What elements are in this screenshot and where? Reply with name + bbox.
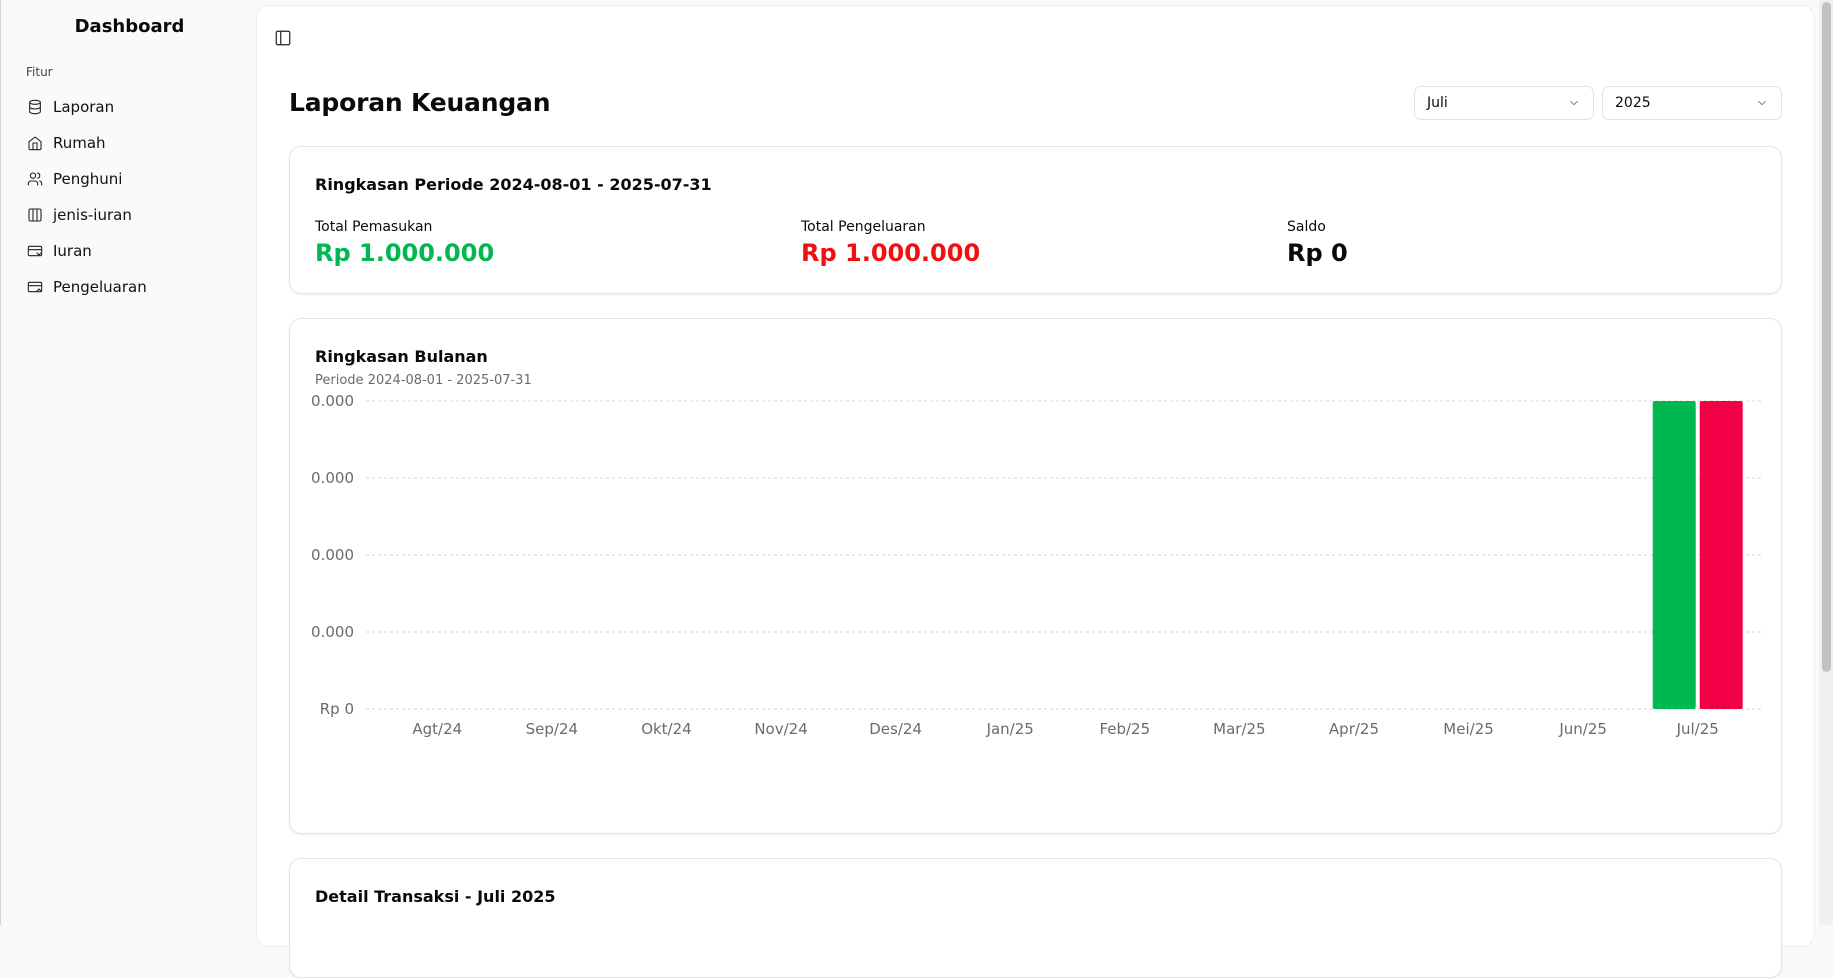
sidebar-item-label: Iuran xyxy=(53,242,92,260)
x-tick-label: Agt/24 xyxy=(412,720,462,738)
sidebar-item-iuran[interactable]: Iuran xyxy=(17,233,242,269)
expense-label: Total Pengeluaran xyxy=(801,219,926,235)
monthly-bar-chart: Rp 0 250.000 500.000 750.000 000.000 Agt/24 Se… xyxy=(292,392,1763,738)
x-tick-label: Sep/24 xyxy=(526,720,578,738)
x-tick-label: Des/24 xyxy=(869,720,922,738)
sidebar-toggle-button[interactable] xyxy=(274,29,292,47)
summary-title: Ringkasan Periode 2024-08-01 - 2025-07-3… xyxy=(315,175,712,194)
chevron-down-icon xyxy=(1567,96,1581,110)
balance-label: Saldo xyxy=(1287,219,1326,235)
x-tick-label: Apr/25 xyxy=(1329,720,1379,738)
scrollbar[interactable] xyxy=(1819,0,1833,925)
sidebar-item-label: Pengeluaran xyxy=(53,278,147,296)
card-out-icon xyxy=(27,281,43,293)
y-tick-label: 500.000 xyxy=(292,546,354,564)
main-panel: Laporan Keuangan Juli 2025 Ringkasan Per… xyxy=(257,6,1814,978)
sidebar-item-label: jenis-iuran xyxy=(53,206,132,224)
sidebar-item-laporan[interactable]: Laporan xyxy=(17,89,242,125)
transaction-detail-card: Detail Transaksi - Juli 2025 xyxy=(289,858,1782,978)
x-tick-label: Nov/24 xyxy=(754,720,807,738)
x-tick-label: Mar/25 xyxy=(1213,720,1265,738)
x-tick-label: Okt/24 xyxy=(641,720,692,738)
panel-left-icon xyxy=(275,30,291,46)
summary-card: Ringkasan Periode 2024-08-01 - 2025-07-3… xyxy=(289,146,1782,294)
sidebar-item-pengeluaran[interactable]: Pengeluaran xyxy=(17,269,242,305)
monthly-summary-card: Ringkasan Bulanan Periode 2024-08-01 - 2… xyxy=(289,318,1782,834)
x-tick-label: Jun/25 xyxy=(1558,720,1607,738)
sidebar-title: Dashboard xyxy=(74,16,185,37)
home-icon xyxy=(28,136,42,151)
sidebar-item-label: Rumah xyxy=(53,134,106,152)
y-tick-label: 000.000 xyxy=(292,392,354,410)
month-select-value: Juli xyxy=(1427,95,1448,111)
sidebar-nav: Laporan Rumah Penghuni jenis-iuran Iuran… xyxy=(17,89,242,305)
income-label: Total Pemasukan xyxy=(315,219,433,235)
sidebar-item-label: Laporan xyxy=(53,98,115,116)
expense-value: Rp 1.000.000 xyxy=(801,239,981,267)
x-tick-label: Jan/25 xyxy=(986,720,1034,738)
users-icon xyxy=(27,172,43,186)
y-tick-label: Rp 0 xyxy=(320,700,354,718)
x-tick-label: Jul/25 xyxy=(1676,720,1719,738)
sidebar-group-label: Fitur xyxy=(26,65,53,79)
sidebar-item-jenis-iuran[interactable]: jenis-iuran xyxy=(17,197,242,233)
sidebar-item-label: Penghuni xyxy=(53,170,123,188)
scrollbar-thumb[interactable] xyxy=(1822,2,1831,672)
y-tick-label: 250.000 xyxy=(292,623,354,641)
month-select[interactable]: Juli xyxy=(1414,86,1594,120)
expense-bar[interactable] xyxy=(1699,401,1743,709)
x-tick-label: Mei/25 xyxy=(1443,720,1493,738)
detail-title: Detail Transaksi - Juli 2025 xyxy=(315,887,556,906)
page-title: Laporan Keuangan xyxy=(289,88,551,117)
year-select[interactable]: 2025 xyxy=(1602,86,1782,120)
income-bar[interactable] xyxy=(1652,401,1696,709)
database-icon xyxy=(29,99,41,115)
year-select-value: 2025 xyxy=(1615,95,1651,111)
card-in-icon xyxy=(27,245,43,257)
sidebar-item-rumah[interactable]: Rumah xyxy=(17,125,242,161)
table-columns-icon xyxy=(28,208,42,222)
y-tick-label: 750.000 xyxy=(292,469,354,487)
x-tick-label: Feb/25 xyxy=(1099,720,1150,738)
income-value: Rp 1.000.000 xyxy=(315,239,495,267)
sidebar: Dashboard Fitur Laporan Rumah Penghuni j… xyxy=(0,0,258,925)
chevron-down-icon xyxy=(1755,96,1769,110)
balance-value: Rp 0 xyxy=(1287,239,1348,267)
sidebar-item-penghuni[interactable]: Penghuni xyxy=(17,161,242,197)
